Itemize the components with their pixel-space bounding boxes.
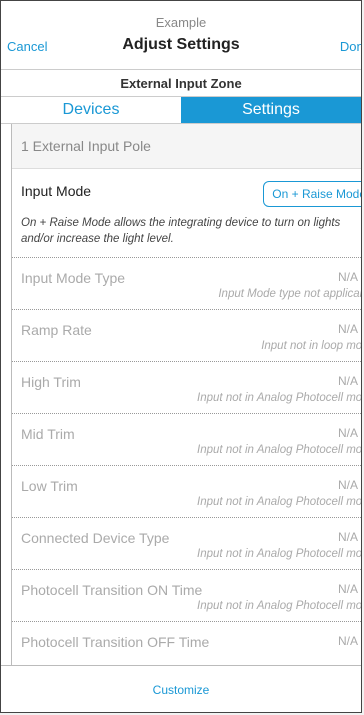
setting-row-connected-device-type[interactable]: Connected Device Type N/A Input not in A… <box>12 518 362 570</box>
setting-value: N/A <box>337 270 358 284</box>
setting-label: Ramp Rate <box>21 322 92 338</box>
setting-value: N/A <box>337 322 358 336</box>
setting-row-ramp-rate[interactable]: Ramp Rate N/A Input not in loop mode <box>12 310 362 362</box>
pole-header: 1 External Input Pole <box>12 124 361 169</box>
setting-note: Input not in Analog Photocell mode <box>197 600 362 612</box>
setting-row-photocell-on-time[interactable]: Photocell Transition ON Time N/A Input n… <box>12 570 362 622</box>
input-mode-description: On + Raise Mode allows the integrating d… <box>12 215 361 258</box>
setting-label: High Trim <box>21 374 81 390</box>
setting-label: Connected Device Type <box>21 530 170 546</box>
setting-value: N/A <box>337 374 358 388</box>
setting-note: Input not in Analog Photocell mode <box>197 444 362 456</box>
nav-subtitle: Example <box>155 15 207 30</box>
tab-settings[interactable]: Settings <box>181 97 361 123</box>
setting-value: N/A <box>337 530 358 544</box>
setting-label: Photocell Transition ON Time <box>21 582 203 598</box>
setting-row-high-trim[interactable]: High Trim N/A Input not in Analog Photoc… <box>12 362 362 414</box>
setting-note: Input not in Analog Photocell mode <box>197 496 362 508</box>
setting-value: N/A <box>337 426 358 440</box>
setting-label: Mid Trim <box>21 426 75 442</box>
setting-label: Low Trim <box>21 478 78 494</box>
cancel-button[interactable]: Cancel <box>7 39 47 54</box>
setting-note: Input not in Analog Photocell mode <box>197 392 362 404</box>
setting-note: Input Mode type not applicable <box>218 288 362 300</box>
done-button[interactable]: Done <box>340 39 361 54</box>
setting-note: Input not in Analog Photocell mode <box>197 548 362 560</box>
zone-title: External Input Zone <box>1 69 361 97</box>
setting-note: Input not in loop mode <box>261 340 362 352</box>
input-mode-button[interactable]: On + Raise Mode <box>263 181 361 207</box>
setting-row-input-mode-type[interactable]: Input Mode Type N/A Input Mode type not … <box>12 258 362 310</box>
setting-value: N/A <box>337 582 358 596</box>
tab-devices[interactable]: Devices <box>1 97 181 123</box>
page-title: Adjust Settings <box>122 36 240 53</box>
customize-button[interactable]: Customize <box>1 665 361 712</box>
input-mode-label: Input Mode <box>21 183 92 199</box>
segmented-control: Devices Settings <box>1 97 361 124</box>
setting-label: Input Mode Type <box>21 270 126 286</box>
app-frame: Example Adjust Settings Cancel Done Exte… <box>0 0 362 713</box>
setting-label: Photocell Transition OFF Time <box>21 634 210 650</box>
input-mode-row: Input Mode On + Raise Mode <box>12 169 361 215</box>
setting-value: N/A <box>337 478 358 492</box>
setting-row-photocell-off-time[interactable]: Photocell Transition OFF Time N/A <box>12 622 361 665</box>
navigation-bar: Example Adjust Settings Cancel Done <box>1 1 361 69</box>
setting-value: N/A <box>337 634 358 648</box>
setting-row-mid-trim[interactable]: Mid Trim N/A Input not in Analog Photoce… <box>12 414 362 466</box>
setting-row-low-trim[interactable]: Low Trim N/A Input not in Analog Photoce… <box>12 466 362 518</box>
settings-list[interactable]: 1 External Input Pole Input Mode On + Ra… <box>11 124 362 665</box>
